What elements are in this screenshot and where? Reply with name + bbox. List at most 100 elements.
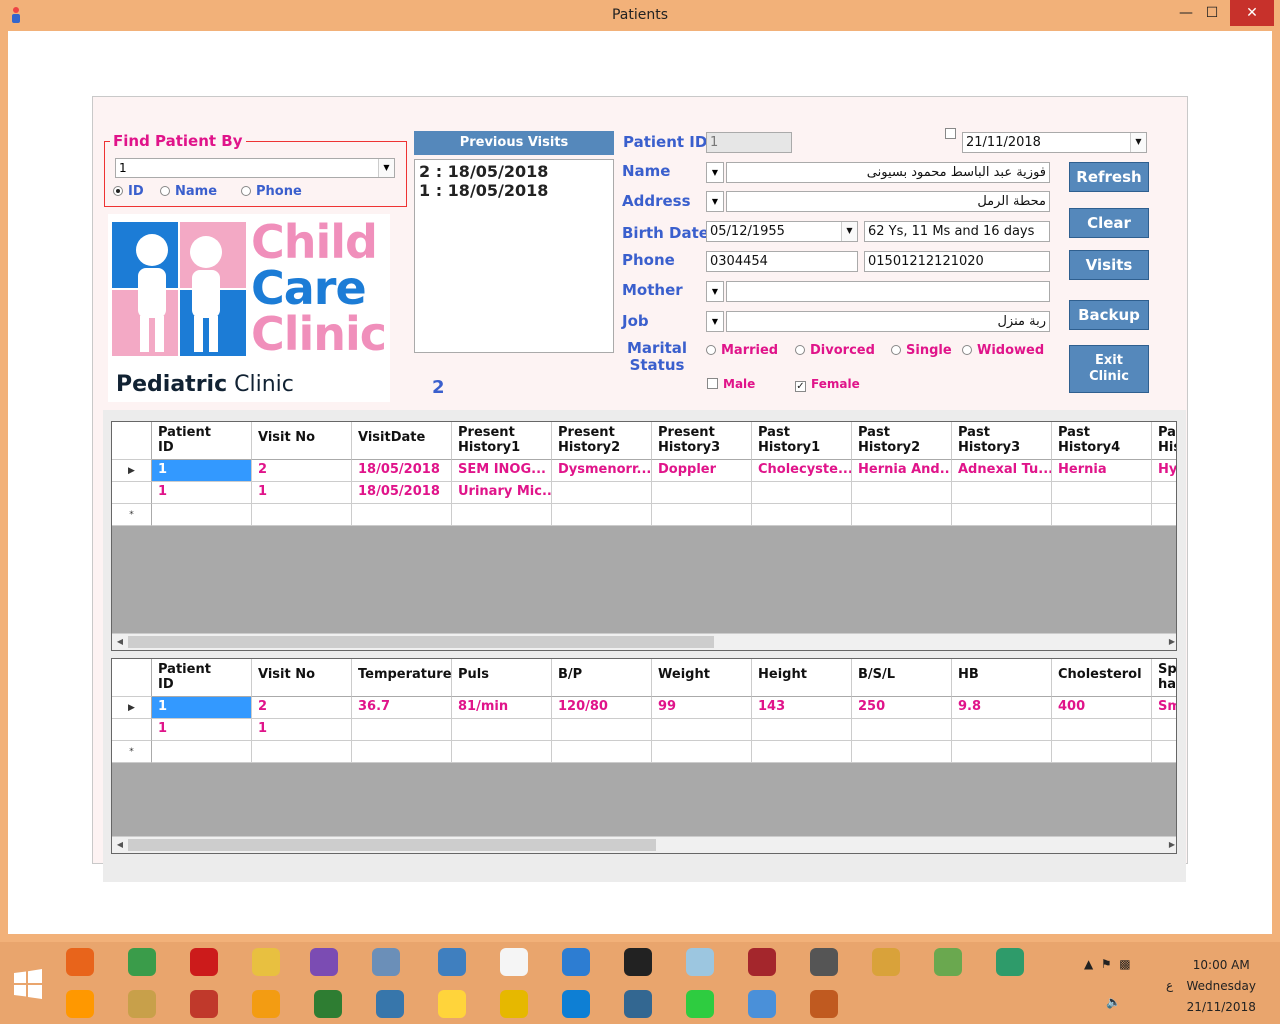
column-header[interactable]: PaHis (1152, 422, 1176, 460)
table-cell[interactable] (852, 504, 952, 526)
vitals-grid[interactable]: Patient ID Visit No Temperature Puls B/P Weigh… (111, 658, 1177, 854)
column-header[interactable]: Present History2 (552, 422, 652, 460)
table-cell[interactable] (252, 741, 352, 763)
scroll-right-icon[interactable]: ▶ (1165, 839, 1176, 851)
postgres-icon[interactable] (618, 986, 658, 1022)
chevron-down-icon[interactable]: ▼ (706, 281, 724, 302)
visual-studio-icon[interactable] (304, 944, 344, 980)
patient-id-field[interactable]: 1 (706, 132, 792, 153)
table-cell[interactable] (652, 719, 752, 741)
table-cell[interactable]: 1 (152, 482, 252, 504)
command-prompt-icon[interactable] (618, 944, 658, 980)
table-cell[interactable] (552, 504, 652, 526)
table-cell[interactable] (252, 504, 352, 526)
table-cell[interactable] (952, 504, 1052, 526)
table-cell[interactable] (652, 482, 752, 504)
speaker-icon[interactable]: 🔈 (1106, 995, 1121, 1009)
atom-icon[interactable] (990, 944, 1030, 980)
table-cell[interactable]: 9.8 (952, 697, 1052, 719)
table-cell[interactable]: 2 (252, 460, 352, 482)
table-cell[interactable] (1052, 741, 1152, 763)
current-row-icon[interactable]: ▶ (112, 697, 152, 719)
exit-clinic-button[interactable]: Exit Clinic (1069, 345, 1149, 393)
column-header[interactable]: Temperature (352, 659, 452, 697)
table-cell[interactable]: Hernia (1052, 460, 1152, 482)
backup-button[interactable]: Backup (1069, 300, 1149, 330)
find-by-id-radio[interactable]: ID (113, 184, 144, 199)
opera-icon[interactable] (184, 944, 224, 980)
table-cell[interactable] (752, 482, 852, 504)
table-cell[interactable]: Urinary Mic... (452, 482, 552, 504)
add-icon[interactable] (680, 986, 720, 1022)
grid-corner[interactable] (112, 659, 152, 697)
python-icon[interactable] (370, 986, 410, 1022)
table-cell[interactable] (352, 719, 452, 741)
chevron-down-icon[interactable]: ▼ (706, 162, 724, 183)
row-header[interactable] (112, 719, 152, 741)
table-cell[interactable] (552, 482, 652, 504)
table-cell[interactable] (652, 504, 752, 526)
table-cell[interactable] (952, 741, 1052, 763)
table-cell[interactable] (852, 482, 952, 504)
table-cell[interactable] (1052, 719, 1152, 741)
find-by-phone-radio[interactable]: Phone (241, 184, 302, 199)
table-cell[interactable]: 250 (852, 697, 952, 719)
table-cell[interactable] (952, 719, 1052, 741)
chevron-down-icon[interactable]: ▼ (706, 191, 724, 212)
list-item[interactable]: 1 : 18/05/2018 (419, 181, 609, 200)
table-cell[interactable]: Adnexal Tu... (952, 460, 1052, 482)
close-button[interactable]: ✕ (1230, 0, 1274, 26)
horizontal-scrollbar[interactable]: ◀ ▶ (112, 836, 1176, 853)
chevron-down-icon[interactable]: ▼ (706, 311, 724, 332)
visits-button[interactable]: Visits (1069, 250, 1149, 280)
table-cell[interactable]: 120/80 (552, 697, 652, 719)
remote-desktop-icon[interactable] (742, 986, 782, 1022)
title-bar[interactable]: Patients — ☐ ✕ (0, 0, 1280, 31)
table-cell[interactable] (552, 719, 652, 741)
female-checkbox[interactable]: ✓ Female (795, 377, 860, 392)
maximize-button[interactable]: ☐ (1198, 0, 1226, 26)
table-cell[interactable] (552, 741, 652, 763)
column-header[interactable]: Past History2 (852, 422, 952, 460)
column-header[interactable]: Patient ID (152, 659, 252, 697)
system-tray[interactable]: ▲ ⚑ ▩ (1084, 957, 1131, 971)
visits-history-grid[interactable]: Patient ID Visit No VisitDate Present History… (111, 421, 1177, 651)
table-cell[interactable] (352, 741, 452, 763)
scroll-right-icon[interactable]: ▶ (1165, 636, 1176, 648)
refresh-button[interactable]: Refresh (1069, 162, 1149, 192)
table-cell[interactable] (152, 504, 252, 526)
column-header[interactable]: VisitDate (352, 422, 452, 460)
new-row-icon[interactable]: * (112, 741, 152, 763)
previous-visits-list[interactable]: 2 : 18/05/2018 1 : 18/05/2018 (414, 159, 614, 353)
chrome-icon[interactable] (122, 944, 162, 980)
chevron-down-icon[interactable]: ▼ (1130, 133, 1146, 152)
scroll-left-icon[interactable]: ◀ (113, 636, 127, 648)
table-cell[interactable] (752, 741, 852, 763)
table-cell[interactable] (752, 504, 852, 526)
column-header[interactable]: Height (752, 659, 852, 697)
table-cell[interactable]: 36.7 (352, 697, 452, 719)
horizontal-scrollbar[interactable]: ◀ ▶ (112, 633, 1176, 650)
chevron-down-icon[interactable]: ▼ (378, 159, 394, 177)
name-field[interactable]: فوزية عبد الباسط محمود بسيونى (726, 162, 1050, 183)
column-header[interactable]: Past History4 (1052, 422, 1152, 460)
database-icon[interactable] (804, 944, 844, 980)
resource-monitor-icon[interactable] (366, 944, 406, 980)
table-cell[interactable] (852, 741, 952, 763)
mother-field[interactable] (726, 281, 1050, 302)
table-cell[interactable] (652, 741, 752, 763)
table-cell[interactable]: 1 (252, 482, 352, 504)
date-checkbox[interactable] (945, 128, 956, 139)
table-cell[interactable]: 143 (752, 697, 852, 719)
powershell-icon[interactable] (494, 986, 534, 1022)
scroll-left-icon[interactable]: ◀ (113, 839, 127, 851)
table-cell[interactable] (452, 741, 552, 763)
column-header[interactable]: Sphal (1152, 659, 1176, 697)
table-cell[interactable]: 400 (1052, 697, 1152, 719)
new-row-icon[interactable]: * (112, 504, 152, 526)
table-cell[interactable] (1052, 482, 1152, 504)
notepad-icon[interactable] (494, 944, 534, 980)
table-cell[interactable]: Doppler (652, 460, 752, 482)
job-field[interactable]: ربة منزل (726, 311, 1050, 332)
column-header[interactable]: Patient ID (152, 422, 252, 460)
